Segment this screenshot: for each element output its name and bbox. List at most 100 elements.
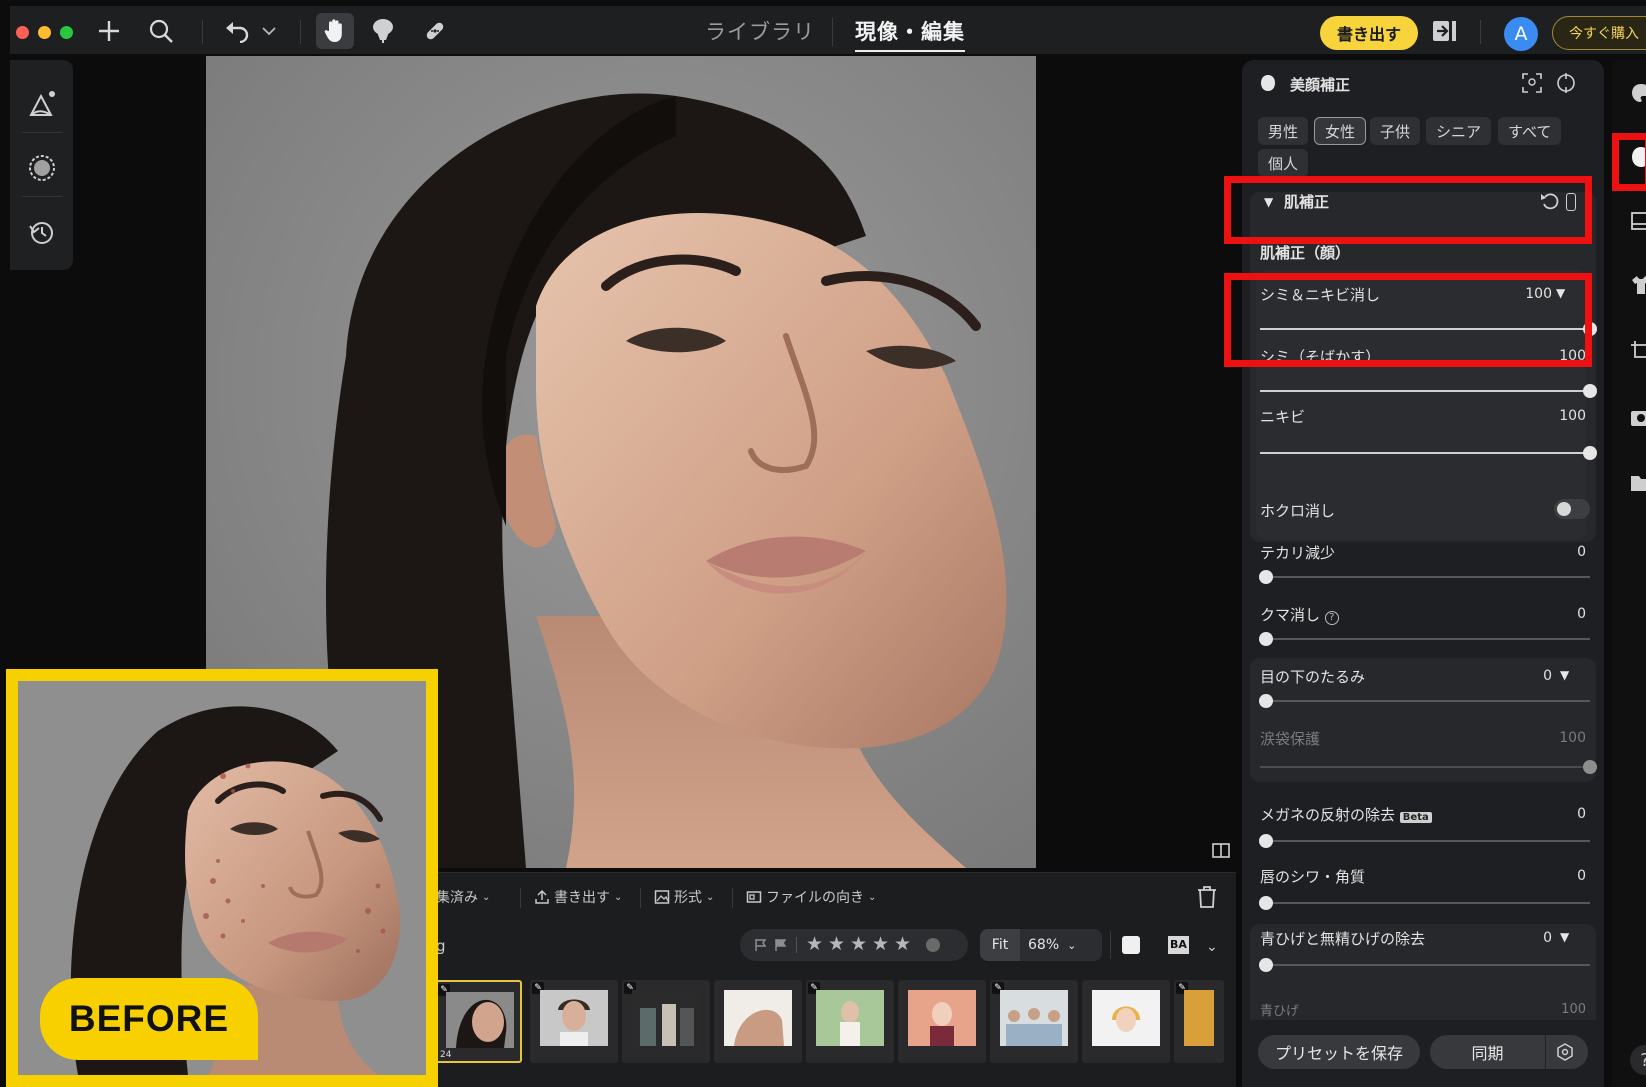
history-icon[interactable] bbox=[26, 216, 58, 248]
minimize-window-button[interactable] bbox=[38, 26, 51, 39]
blue-beard-label: 青ひげ bbox=[1260, 1004, 1300, 1019]
before-badge: BEFORE bbox=[40, 978, 258, 1060]
tab-library[interactable]: ライブラリ bbox=[705, 16, 815, 52]
tear-trough-value[interactable]: 100 bbox=[1542, 730, 1586, 746]
export-menu[interactable]: 書き出す ⌄ bbox=[534, 887, 622, 907]
thumbnail-1[interactable]: ✎ 24 bbox=[434, 980, 522, 1063]
export-button[interactable]: 書き出す bbox=[1320, 16, 1418, 50]
face-detect-icon[interactable] bbox=[1522, 73, 1542, 93]
zoom-value: 68% bbox=[1028, 937, 1060, 953]
add-icon[interactable] bbox=[94, 16, 124, 46]
orientation-menu[interactable]: ファイルの向き ⌄ bbox=[746, 887, 876, 907]
sync-button[interactable]: 同期 bbox=[1430, 1035, 1546, 1069]
save-preset-button[interactable]: プリセットを保存 bbox=[1258, 1035, 1420, 1069]
user-avatar[interactable]: A bbox=[1504, 17, 1538, 51]
thumbnail-count: 24 bbox=[440, 1050, 452, 1060]
glasses-reflection-text: メガネの反射の除去 bbox=[1260, 806, 1396, 824]
fit-button[interactable]: Fit bbox=[980, 929, 1020, 961]
sync-settings-icon[interactable] bbox=[1556, 1043, 1574, 1061]
thumbnail-3[interactable]: ✎ bbox=[622, 980, 710, 1063]
chip-female[interactable]: 女性 bbox=[1314, 117, 1367, 145]
beard-removal-value[interactable]: 0 bbox=[1532, 930, 1552, 946]
lip-wrinkles-value[interactable]: 0 bbox=[1542, 868, 1586, 884]
clothing-module-icon[interactable] bbox=[1630, 274, 1646, 296]
blue-beard-value[interactable]: 100 bbox=[1542, 1002, 1586, 1017]
edited-filter-menu[interactable]: 集済み ⌄ bbox=[436, 887, 490, 907]
undo-history-chevron-icon[interactable] bbox=[254, 16, 284, 46]
format-menu-label: 形式 bbox=[674, 890, 702, 906]
chip-male[interactable]: 男性 bbox=[1258, 117, 1309, 145]
star-4-icon[interactable]: ★ bbox=[872, 933, 889, 955]
camera-module-icon[interactable] bbox=[1630, 406, 1646, 428]
image-format-icon bbox=[654, 890, 670, 904]
before-after-toggle[interactable]: BA bbox=[1168, 936, 1189, 954]
acne-value[interactable]: 100 bbox=[1542, 408, 1586, 424]
texture-brush-icon[interactable] bbox=[26, 152, 58, 184]
thumbnail-8[interactable] bbox=[1082, 980, 1170, 1063]
thumbnail-7[interactable]: ✎ bbox=[990, 980, 1078, 1063]
shine-label: テカリ減少 bbox=[1260, 544, 1336, 562]
share-to-panel-icon[interactable] bbox=[1430, 16, 1460, 46]
top-toolbar: ライブラリ 現像・編集 書き出す A 今すぐ購入 bbox=[10, 6, 1646, 54]
folder-module-icon[interactable] bbox=[1630, 472, 1646, 494]
close-window-button[interactable] bbox=[16, 26, 29, 39]
help-icon[interactable]: ? bbox=[1324, 611, 1339, 625]
face-mask-tool-icon[interactable] bbox=[368, 16, 398, 46]
dark-circles-label: クマ消し ? bbox=[1260, 604, 1339, 625]
thumbnail-5[interactable]: ✎ bbox=[806, 980, 894, 1063]
orientation-icon bbox=[746, 891, 762, 903]
palette-icon[interactable] bbox=[1630, 82, 1646, 104]
thumbnail-9[interactable]: ✎ bbox=[1174, 980, 1224, 1063]
edited-filter-label: 集済み bbox=[436, 890, 478, 906]
color-label-icon[interactable] bbox=[926, 938, 940, 952]
panel-settings-icon[interactable] bbox=[1556, 71, 1576, 95]
star-1-icon[interactable]: ★ bbox=[806, 933, 823, 955]
hand-tool-icon[interactable] bbox=[316, 13, 354, 49]
eye-bags-expand-icon[interactable]: ▼ bbox=[1560, 668, 1569, 682]
eye-bags-value[interactable]: 0 bbox=[1532, 668, 1552, 684]
beard-expand-icon[interactable]: ▼ bbox=[1560, 930, 1569, 944]
background-color-swatch[interactable] bbox=[1122, 936, 1140, 954]
zoom-control: Fit 68% ⌄ bbox=[980, 929, 1102, 961]
buy-now-button[interactable]: 今すぐ購入 bbox=[1552, 16, 1646, 50]
bandage-retouch-icon[interactable] bbox=[420, 16, 450, 46]
auto-adjust-icon[interactable] bbox=[26, 88, 58, 120]
orientation-menu-label: ファイルの向き bbox=[766, 890, 864, 906]
glasses-reflection-value[interactable]: 0 bbox=[1542, 806, 1586, 822]
dark-circles-value[interactable]: 0 bbox=[1542, 606, 1586, 622]
beard-removal-label: 青ひげと無精ひげの除去 bbox=[1260, 930, 1426, 948]
flag-reject-icon[interactable] bbox=[754, 937, 768, 951]
star-5-icon[interactable]: ★ bbox=[894, 933, 911, 955]
chip-senior[interactable]: シニア bbox=[1426, 117, 1492, 145]
help-button[interactable]: ? bbox=[1630, 1045, 1646, 1075]
lip-wrinkles-label: 唇のシワ・角質 bbox=[1260, 868, 1366, 886]
thumbnail-2[interactable]: ✎ bbox=[530, 980, 618, 1063]
search-icon[interactable] bbox=[146, 16, 176, 46]
export-menu-label: 書き出す bbox=[554, 890, 610, 906]
star-2-icon[interactable]: ★ bbox=[828, 933, 845, 955]
tab-develop-edit[interactable]: 現像・編集 bbox=[855, 16, 965, 52]
thumbnail-4[interactable] bbox=[714, 980, 802, 1063]
highlight-blemish-slider bbox=[1224, 273, 1592, 367]
background-module-icon[interactable] bbox=[1630, 210, 1646, 232]
chip-child[interactable]: 子供 bbox=[1370, 117, 1421, 145]
shine-value[interactable]: 0 bbox=[1542, 544, 1586, 560]
highlight-skin-retouch-section bbox=[1224, 176, 1592, 244]
mole-removal-toggle[interactable] bbox=[1554, 499, 1590, 519]
undo-icon[interactable] bbox=[222, 16, 252, 46]
star-3-icon[interactable]: ★ bbox=[850, 933, 867, 955]
trash-icon[interactable] bbox=[1196, 885, 1218, 909]
flag-pick-icon[interactable] bbox=[774, 937, 788, 951]
format-menu[interactable]: 形式 ⌄ bbox=[654, 887, 714, 907]
before-comparison-inset: BEFORE bbox=[6, 669, 438, 1087]
crop-module-icon[interactable] bbox=[1630, 340, 1646, 362]
view-options-chevron-icon[interactable]: ⌄ bbox=[1206, 939, 1218, 955]
chip-all[interactable]: すべて bbox=[1498, 117, 1562, 145]
maximize-window-button[interactable] bbox=[60, 26, 73, 39]
compare-view-icon[interactable] bbox=[1212, 842, 1230, 860]
sync-button-group: 同期 bbox=[1430, 1035, 1588, 1069]
zoom-select[interactable]: 68% ⌄ bbox=[1028, 929, 1076, 961]
thumbnail-6[interactable] bbox=[898, 980, 986, 1063]
chip-individual[interactable]: 個人 bbox=[1258, 149, 1309, 177]
module-rail: ? bbox=[1612, 60, 1646, 1087]
